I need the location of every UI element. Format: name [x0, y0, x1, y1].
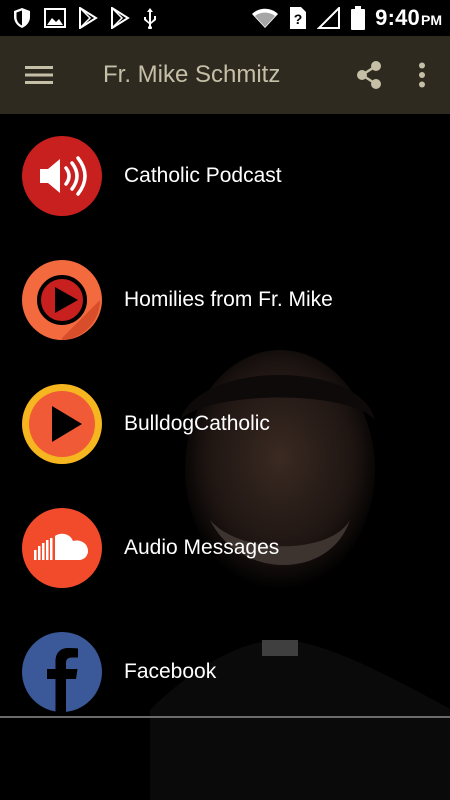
status-bar: ? 9:40PM — [0, 0, 450, 36]
menu-item-catholic-podcast[interactable]: Catholic Podcast — [0, 114, 450, 238]
shield-icon — [14, 8, 30, 28]
menu-button[interactable] — [0, 36, 78, 114]
app-bar: Fr. Mike Schmitz — [0, 36, 450, 114]
image-icon — [44, 8, 66, 28]
menu-item-label: Audio Messages — [124, 536, 280, 559]
menu-item-homilies[interactable]: Homilies from Fr. Mike — [0, 238, 450, 362]
sim-alert-icon: ? — [290, 7, 307, 29]
play-icon — [22, 384, 102, 464]
usb-icon — [144, 8, 156, 29]
share-button[interactable] — [344, 36, 394, 114]
share-icon — [357, 61, 381, 89]
status-bar-notifications — [12, 7, 158, 29]
signal-icon — [317, 7, 341, 29]
soundcloud-icon — [22, 508, 102, 588]
menu-icon — [25, 66, 53, 84]
speaker-icon — [22, 136, 102, 216]
more-vert-icon — [419, 62, 425, 88]
menu-item-label: Homilies from Fr. Mike — [124, 288, 333, 311]
wifi-icon — [252, 8, 279, 28]
page-title: Fr. Mike Schmitz — [103, 61, 281, 88]
menu-item-label: BulldogCatholic — [124, 412, 270, 435]
facebook-icon — [22, 632, 102, 712]
menu-item-label: Facebook — [124, 660, 217, 683]
status-time: 9:40PM — [375, 5, 442, 30]
battery-icon — [351, 6, 366, 30]
svg-text:?: ? — [294, 11, 303, 27]
play-store-icon — [111, 7, 130, 29]
menu-item-label: Catholic Podcast — [124, 164, 282, 187]
play-store-icon — [79, 7, 98, 29]
more-options-button[interactable] — [394, 36, 450, 114]
play-circle-icon — [22, 260, 102, 340]
divider — [0, 716, 450, 718]
menu-item-audio-messages[interactable]: Audio Messages — [0, 486, 450, 610]
status-bar-system: ? 9:40PM — [251, 5, 442, 31]
menu-list: Catholic Podcast Homilies from Fr. Mike … — [0, 114, 450, 734]
menu-item-bulldogcatholic[interactable]: BulldogCatholic — [0, 362, 450, 486]
